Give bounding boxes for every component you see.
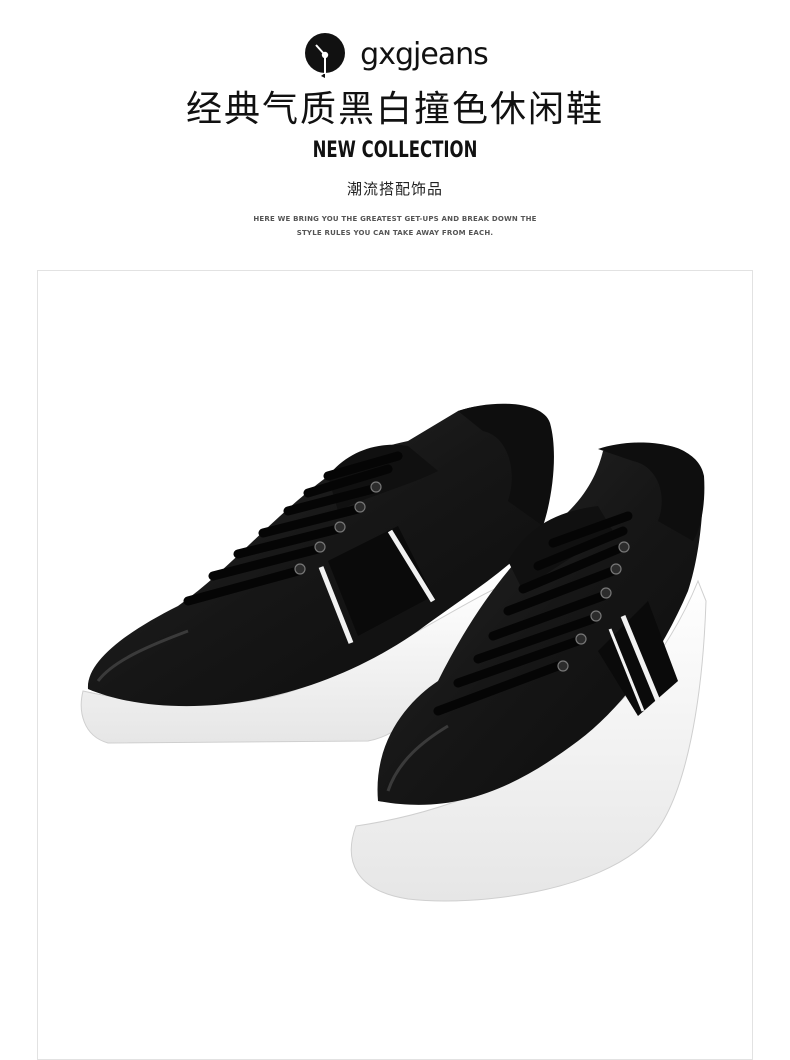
page-title: 经典气质黑白撞色休闲鞋 [185, 89, 604, 130]
brand-logo[interactable]: gxgjeans [0, 30, 790, 80]
gxg-circle-logo-icon [305, 33, 346, 78]
sneakers-image [80, 403, 707, 902]
collection-subtitle: NEW COLLECTION [312, 138, 478, 163]
tagline-line-2: STYLE RULES YOU CAN TAKE AWAY FROM EACH. [296, 229, 494, 237]
tagline-line-1: HERE WE BRING YOU THE GREATEST GET-UPS A… [253, 215, 537, 223]
page-header: gxgjeans 经典气质黑白撞色休闲鞋 NEW COLLECTION 潮流搭配… [0, 0, 790, 250]
category-subtitle: 潮流搭配饰品 [346, 180, 443, 198]
product-photo[interactable] [37, 270, 753, 1060]
tagline: HERE WE BRING YOU THE GREATEST GET-UPS A… [0, 212, 790, 240]
brand-name: gxgjeans [360, 37, 489, 72]
